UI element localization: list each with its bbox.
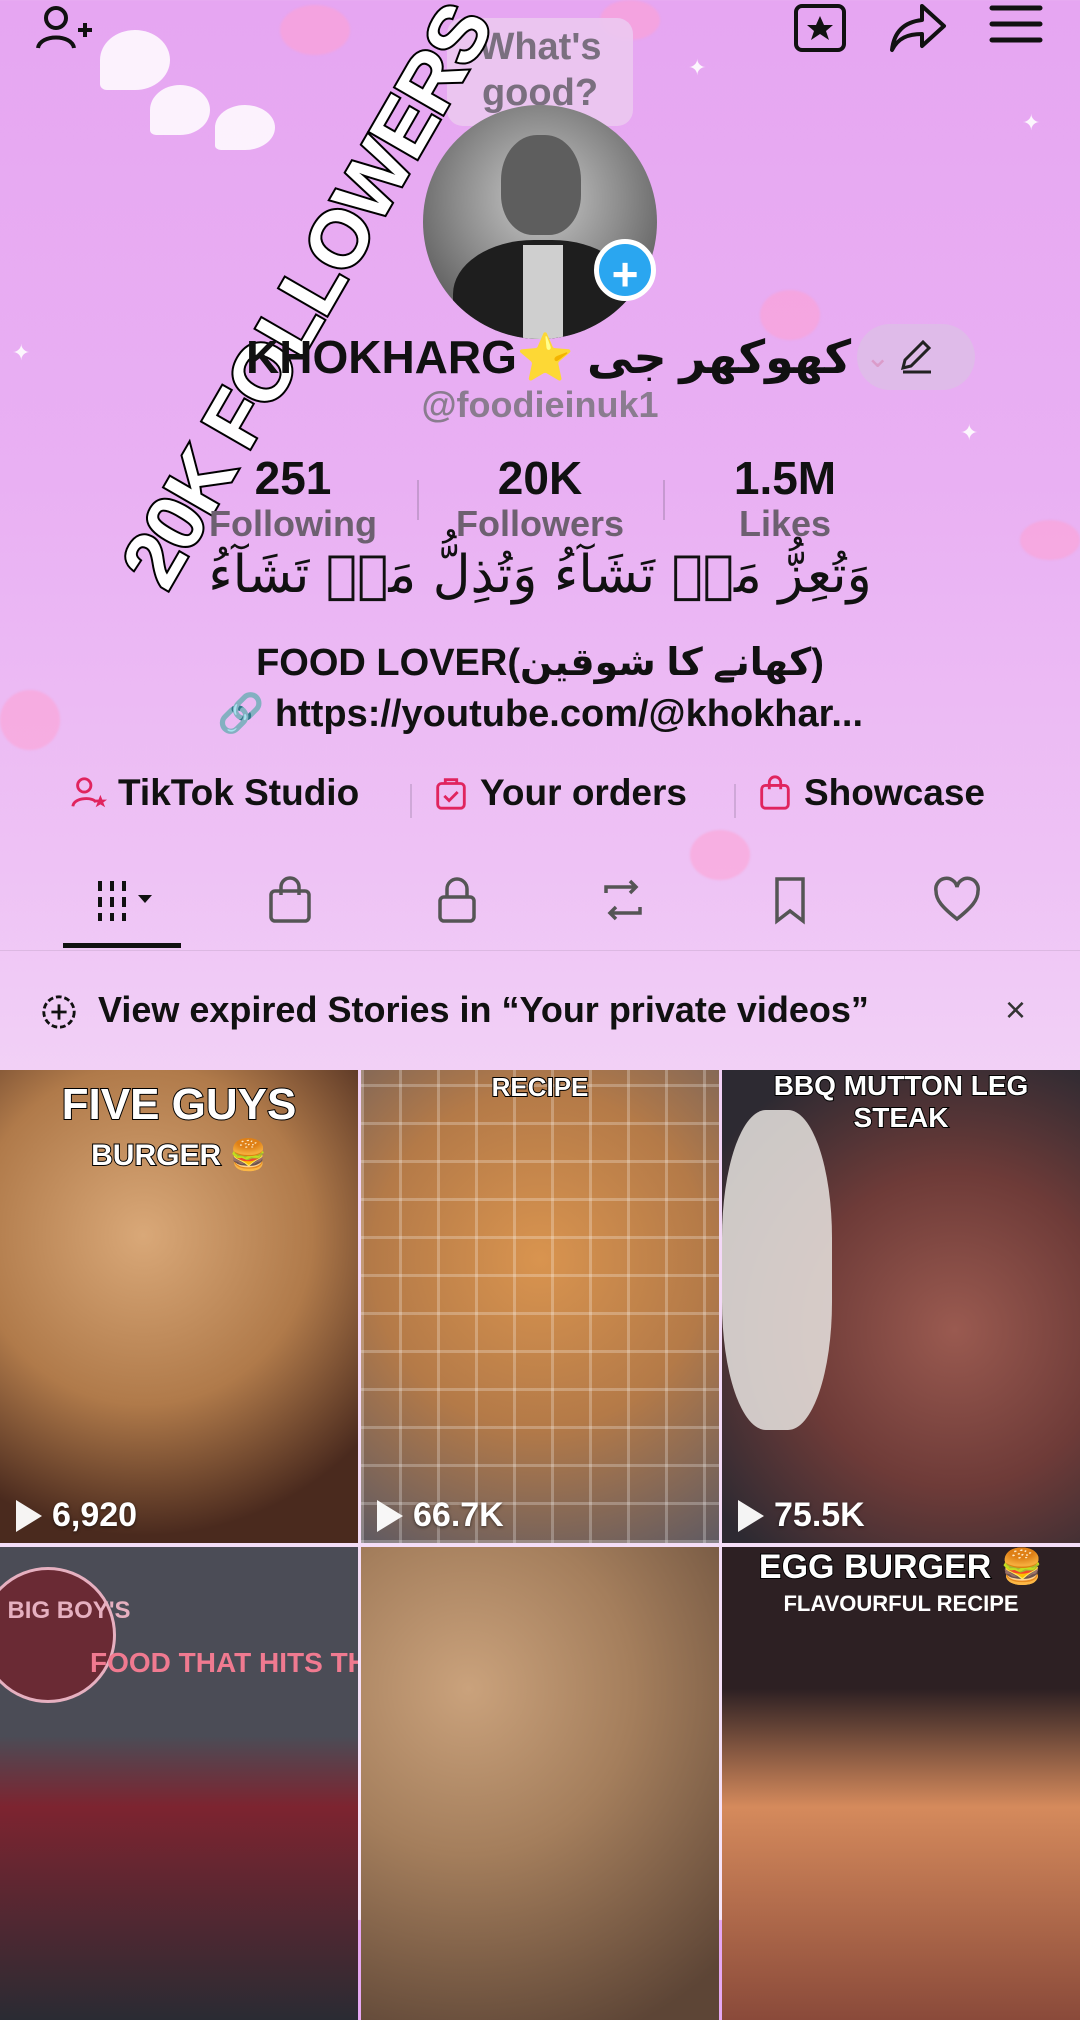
display-name: KHOKHARG⭐ کھوکھر جی xyxy=(246,330,852,383)
menu-icon[interactable] xyxy=(986,0,1046,60)
video-subcaption: BURGER 🍔 xyxy=(90,1138,268,1173)
tiktok-studio-button[interactable]: TikTok Studio xyxy=(70,772,359,814)
video-tile[interactable]: RECIPE 66.7K xyxy=(361,1070,719,1543)
grid-filter-icon xyxy=(98,881,152,921)
divider xyxy=(417,480,419,520)
view-count-text: 75.5K xyxy=(774,1496,865,1534)
add-story-icon[interactable]: + xyxy=(594,239,656,301)
link-icon: 🔗 xyxy=(217,693,265,735)
stat-following[interactable]: 251 Following xyxy=(183,452,403,544)
add-friend-icon[interactable] xyxy=(34,0,94,60)
sparkle-icon: ✦ xyxy=(688,55,707,80)
video-tile[interactable]: BIG BOY'S FOOD THAT HITS TH xyxy=(0,1547,358,2020)
view-count: 6,920 xyxy=(16,1496,137,1535)
pencil-icon xyxy=(900,339,932,374)
view-count: 75.5K xyxy=(738,1496,865,1535)
banner-text: View expired Stories in “Your private vi… xyxy=(98,989,869,1030)
stat-label: Following xyxy=(209,503,377,544)
video-tile[interactable]: FIVE GUYS BURGER 🍔 6,920 xyxy=(0,1070,358,1543)
stat-followers[interactable]: 20K Followers xyxy=(430,452,650,544)
video-thumbnail xyxy=(722,1547,1080,2020)
video-thumbnail xyxy=(361,1070,719,1543)
video-tile[interactable]: EGG BURGER 🍔 FLAVOURFUL RECIPE xyxy=(722,1547,1080,2020)
view-count: 66.7K xyxy=(377,1496,504,1535)
tab-shop[interactable] xyxy=(250,870,330,930)
video-thumbnail xyxy=(361,1547,719,2020)
play-icon xyxy=(377,1499,403,1532)
person-star-icon xyxy=(71,777,108,808)
showcase-button[interactable]: Showcase xyxy=(756,772,985,814)
background-flower xyxy=(150,85,210,135)
video-grid: FIVE GUYS BURGER 🍔 6,920 RECIPE 66.7K BB… xyxy=(0,1070,1080,2020)
calendar-star-icon[interactable] xyxy=(790,0,850,60)
story-plus-icon xyxy=(42,995,76,1029)
edit-profile-button[interactable] xyxy=(857,324,975,390)
profile-name-row[interactable]: KHOKHARG⭐ کھوکھر جی ⌄ xyxy=(246,322,890,392)
video-tile[interactable]: BBQ MUTTON LEG STEAK 75.5K xyxy=(722,1070,1080,1543)
video-subcaption: FLAVOURFUL RECIPE xyxy=(783,1591,1019,1616)
sparkle-icon: ✦ xyxy=(12,340,31,365)
video-caption: FOOD THAT HITS TH xyxy=(90,1647,358,1678)
video-subcaption: BIG BOY'S xyxy=(7,1597,131,1624)
quick-links: TikTok Studio Your orders Showcase xyxy=(0,772,1080,828)
view-count-text: 66.7K xyxy=(413,1496,504,1534)
close-icon[interactable]: × xyxy=(1005,989,1026,1031)
tab-favorites[interactable] xyxy=(750,870,830,930)
divider xyxy=(734,784,736,818)
divider xyxy=(410,784,412,818)
heart-icon xyxy=(934,876,980,922)
tab-private[interactable] xyxy=(417,870,497,930)
background-flower xyxy=(100,30,170,90)
play-icon xyxy=(16,1499,42,1532)
video-caption: BBQ MUTTON LEG STEAK xyxy=(773,1070,1030,1134)
username-handle: @foodieinuk1 xyxy=(421,384,659,425)
bio-text: FOOD LOVER(کھانے کا شوقین) xyxy=(256,642,824,684)
play-icon xyxy=(738,1499,764,1532)
video-caption: FIVE GUYS xyxy=(61,1079,298,1130)
shopping-bag-icon xyxy=(760,775,790,810)
rice-portion xyxy=(722,1110,832,1430)
active-tab-indicator xyxy=(63,943,181,948)
bio-link-text: https://youtube.com/@khokhar... xyxy=(274,693,863,735)
bio-link[interactable]: 🔗 https://youtube.com/@khokhar... xyxy=(0,692,1080,736)
stat-label: Likes xyxy=(738,503,832,544)
background-petal xyxy=(280,5,350,55)
your-orders-button[interactable]: Your orders xyxy=(432,772,687,814)
content-tabs xyxy=(0,860,1080,951)
expired-stories-banner[interactable]: View expired Stories in “Your private vi… xyxy=(0,975,1080,1045)
bookmark-icon xyxy=(775,877,805,925)
sparkle-icon: ✦ xyxy=(1022,110,1041,135)
lock-icon xyxy=(438,877,476,923)
quick-link-label: Your orders xyxy=(480,772,687,813)
quick-link-label: Showcase xyxy=(804,772,985,813)
stat-likes[interactable]: 1.5M Likes xyxy=(675,452,895,544)
bio-arabic: وَتُعِزُّ مَنۡ تَشَآءُ وَتُذِلُّ مَنۡ تَ… xyxy=(208,545,872,605)
video-tile[interactable] xyxy=(361,1547,719,2020)
video-caption: EGG BURGER 🍔 xyxy=(758,1547,1044,1587)
share-icon[interactable] xyxy=(888,0,948,60)
shop-bag-icon xyxy=(269,876,311,923)
video-caption: RECIPE xyxy=(491,1071,590,1103)
stat-label: Followers xyxy=(455,503,625,544)
tab-videos[interactable] xyxy=(80,870,170,930)
tab-reposts[interactable] xyxy=(583,870,663,930)
tab-liked[interactable] xyxy=(917,870,997,930)
repost-icon xyxy=(604,879,642,921)
avatar[interactable] xyxy=(423,105,657,339)
view-count-text: 6,920 xyxy=(52,1496,138,1534)
stat-value: 251 xyxy=(254,452,332,504)
quick-link-label: TikTok Studio xyxy=(118,772,360,813)
bag-check-icon xyxy=(436,778,466,810)
stat-value: 1.5M xyxy=(733,452,837,504)
stat-value: 20K xyxy=(497,452,583,504)
background-flower xyxy=(215,105,275,150)
divider xyxy=(663,480,665,520)
